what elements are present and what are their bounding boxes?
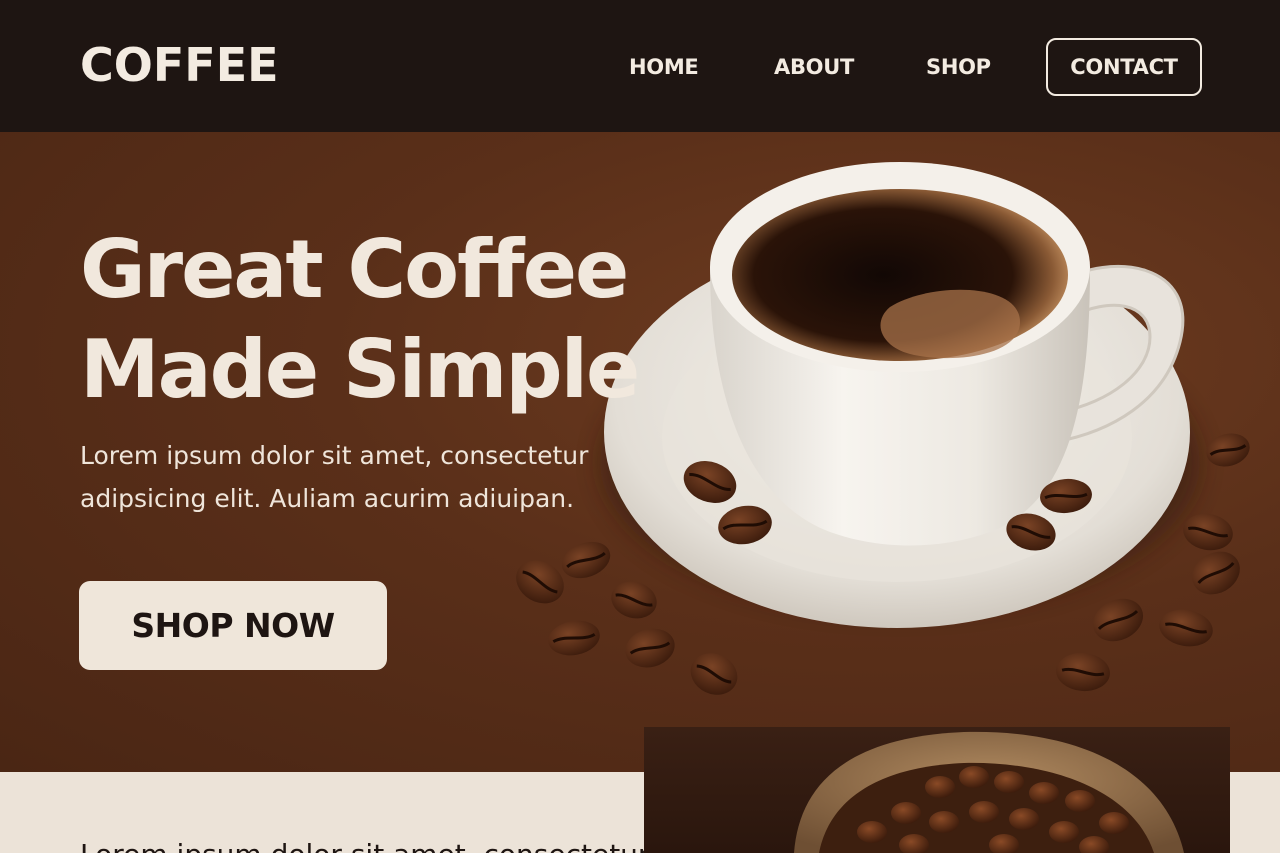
shop-now-button[interactable]: SHOP NOW [79, 581, 387, 670]
nav-about-link[interactable]: ABOUT [774, 55, 854, 79]
secondary-text: Lorem ipsum dolor sit amet, consectetur [80, 838, 649, 853]
nav-home-link[interactable]: HOME [629, 55, 699, 79]
coffee-bean-sack-icon [644, 727, 1230, 853]
nav-contact-button[interactable]: CONTACT [1046, 38, 1202, 96]
hero-section: Great Coffee Made Simple Lorem ipsum dol… [0, 132, 1280, 772]
top-navbar: COFFEE HOME ABOUT SHOP CONTACT [0, 0, 1280, 132]
hero-heading: Great Coffee Made Simple [80, 220, 640, 420]
nav-shop-link[interactable]: SHOP [926, 55, 991, 79]
hero-heading-line-2: Made Simple [80, 323, 640, 416]
hero-heading-line-1: Great Coffee [80, 223, 629, 316]
hero-description: Lorem ipsum dolor sit amet, consectetur … [80, 441, 589, 513]
site-logo[interactable]: COFFEE [80, 38, 279, 92]
